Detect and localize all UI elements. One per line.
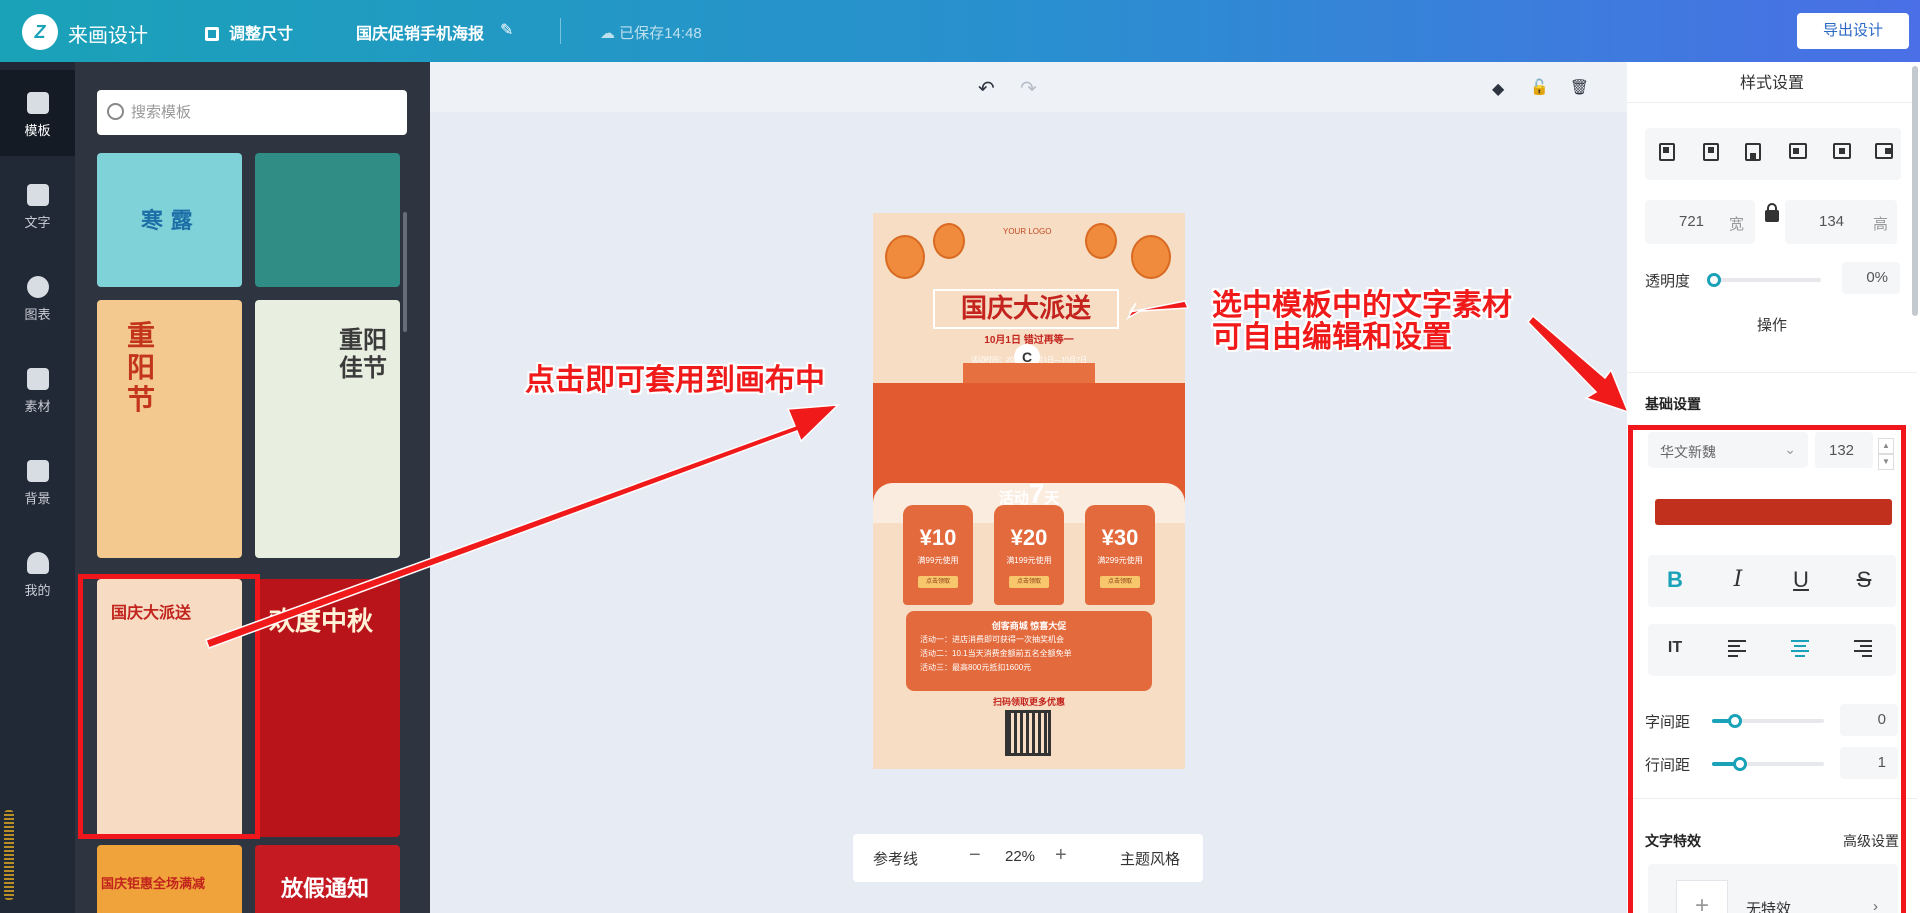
lantern-decoration (1131, 235, 1171, 279)
opacity-slider-knob[interactable] (1707, 273, 1721, 287)
coupon[interactable]: ¥30 满299元使用 点击领取 (1085, 505, 1155, 605)
theme-style-button[interactable]: 主题风格 (1120, 848, 1180, 869)
lock-ratio-icon[interactable] (1765, 203, 1779, 222)
template-card[interactable]: 寒 露 (97, 153, 242, 287)
divider (1627, 372, 1917, 373)
material-icon (26, 368, 49, 390)
canvas-toolbar: ↶ ↷ ◆ 🔓 🗑 (430, 62, 1627, 112)
background-icon (26, 460, 49, 482)
basic-settings-highlight (1628, 425, 1906, 913)
layer-icon[interactable]: ◆ (1492, 79, 1504, 99)
search-icon (107, 103, 124, 120)
search-input[interactable] (131, 98, 391, 127)
icon-dot (1663, 147, 1669, 153)
nav-item-background[interactable]: 背景 (0, 438, 75, 524)
zoom-bar: 参考线 − 22% + 主题风格 (853, 834, 1203, 882)
selected-template-highlight (78, 574, 260, 839)
template-card[interactable]: 重阳节 (97, 300, 242, 558)
poster-logo: YOUR LOGO (1003, 227, 1052, 236)
delete-icon[interactable]: 🗑 (1570, 78, 1589, 96)
document-title[interactable]: 国庆促销手机海报 (356, 20, 484, 44)
scan-text[interactable]: 扫码领取更多优惠 (873, 695, 1185, 708)
export-button[interactable]: 导出设计 (1797, 13, 1909, 49)
panel-scrollbar[interactable] (1912, 66, 1918, 316)
opacity-value[interactable]: 0% (1842, 262, 1900, 294)
lantern-decoration (1085, 223, 1117, 259)
divider (1627, 102, 1917, 103)
height-field[interactable]: 134 高 (1785, 200, 1897, 244)
operate-label[interactable]: 操作 (1627, 314, 1917, 335)
align-top-center-icon[interactable] (1703, 143, 1719, 161)
app-logo[interactable]: Z (22, 14, 58, 50)
template-card[interactable]: 欢度中秋 (255, 579, 400, 837)
guide-line-toggle[interactable]: 参考线 (873, 848, 918, 869)
icon-dot (1839, 148, 1845, 154)
coupon[interactable]: ¥20 满199元使用 点击领取 (994, 505, 1064, 605)
poster-canvas[interactable]: YOUR LOGO 国庆大派送 10月1日 错过再等一 活动时间：2021年10… (873, 213, 1185, 769)
icon-dot (1793, 148, 1799, 154)
nav-scrollbar[interactable] (4, 810, 14, 900)
icon-dot (1885, 148, 1891, 154)
poster-title-text[interactable]: 国庆大派送 (933, 289, 1119, 329)
width-field[interactable]: 721 宽 (1645, 200, 1755, 244)
nav-item-chart[interactable]: 图表 (0, 254, 75, 340)
annotation-right-line2: 可自由编辑和设置 (1212, 320, 1452, 355)
align-left-icon[interactable] (1789, 143, 1807, 159)
align-right-icon[interactable] (1875, 143, 1893, 159)
template-card[interactable]: 国庆钜惠全场满减 (97, 845, 242, 913)
chart-icon (26, 276, 49, 298)
template-card[interactable]: 放假通知 (255, 845, 400, 913)
text-icon (26, 184, 49, 206)
template-icon (26, 92, 49, 114)
activity-box[interactable]: 创客商城 惊喜大促 活动一：进店消费即可获得一次抽奖机会 活动二：10.1当天消… (906, 611, 1152, 691)
nav-item-mine[interactable]: 我的 (0, 530, 75, 616)
align-middle-icon[interactable] (1833, 143, 1851, 159)
icon-dot (1750, 153, 1756, 159)
edit-title-icon[interactable]: ✎ (500, 20, 513, 40)
align-bottom-center-icon[interactable] (1745, 143, 1761, 161)
template-scrollbar[interactable] (403, 212, 407, 332)
nav-item-material[interactable]: 素材 (0, 346, 75, 432)
lantern-decoration (885, 235, 925, 279)
left-nav: 模板 文字 图表 素材 背景 我的 (0, 62, 75, 913)
brand-name: 来画设计 (68, 25, 148, 47)
position-align-group (1645, 128, 1901, 180)
align-top-left-icon[interactable] (1659, 143, 1675, 161)
basic-settings-label: 基础设置 (1645, 396, 1701, 412)
upload-icon (26, 552, 49, 574)
undo-icon[interactable]: ↶ (978, 76, 995, 101)
lantern-decoration (933, 223, 965, 259)
template-card[interactable]: 重阳佳节 (255, 300, 400, 558)
qr-code (1005, 710, 1051, 756)
top-bar: Z 来画设计 调整尺寸 国庆促销手机海报 ✎ ☁ 已保存14:48 导出设计 (0, 0, 1920, 62)
nav-item-text[interactable]: 文字 (0, 162, 75, 248)
nav-item-template[interactable]: 模板 (0, 70, 75, 156)
template-search[interactable] (97, 90, 407, 135)
icon-dot (1708, 147, 1714, 153)
zoom-out-button[interactable]: − (969, 844, 981, 867)
redo-icon[interactable]: ↷ (1020, 76, 1037, 101)
annotation-left: 点击即可套用到画布中 (525, 363, 825, 398)
unlock-icon[interactable]: 🔓 (1530, 78, 1549, 96)
opacity-slider[interactable] (1709, 278, 1821, 282)
zoom-value: 22% (1005, 848, 1036, 865)
opacity-label: 透明度 (1645, 273, 1691, 290)
coupon[interactable]: ¥10 满99元使用 点击领取 (903, 505, 973, 605)
save-status: ☁ 已保存14:48 (600, 25, 702, 42)
template-card[interactable] (255, 153, 400, 287)
divider (560, 18, 561, 44)
resize-icon (205, 27, 219, 41)
resize-button[interactable]: 调整尺寸 (205, 20, 293, 44)
panel-title: 样式设置 (1739, 75, 1804, 92)
zoom-in-button[interactable]: + (1055, 844, 1067, 867)
resize-label: 调整尺寸 (229, 26, 294, 43)
